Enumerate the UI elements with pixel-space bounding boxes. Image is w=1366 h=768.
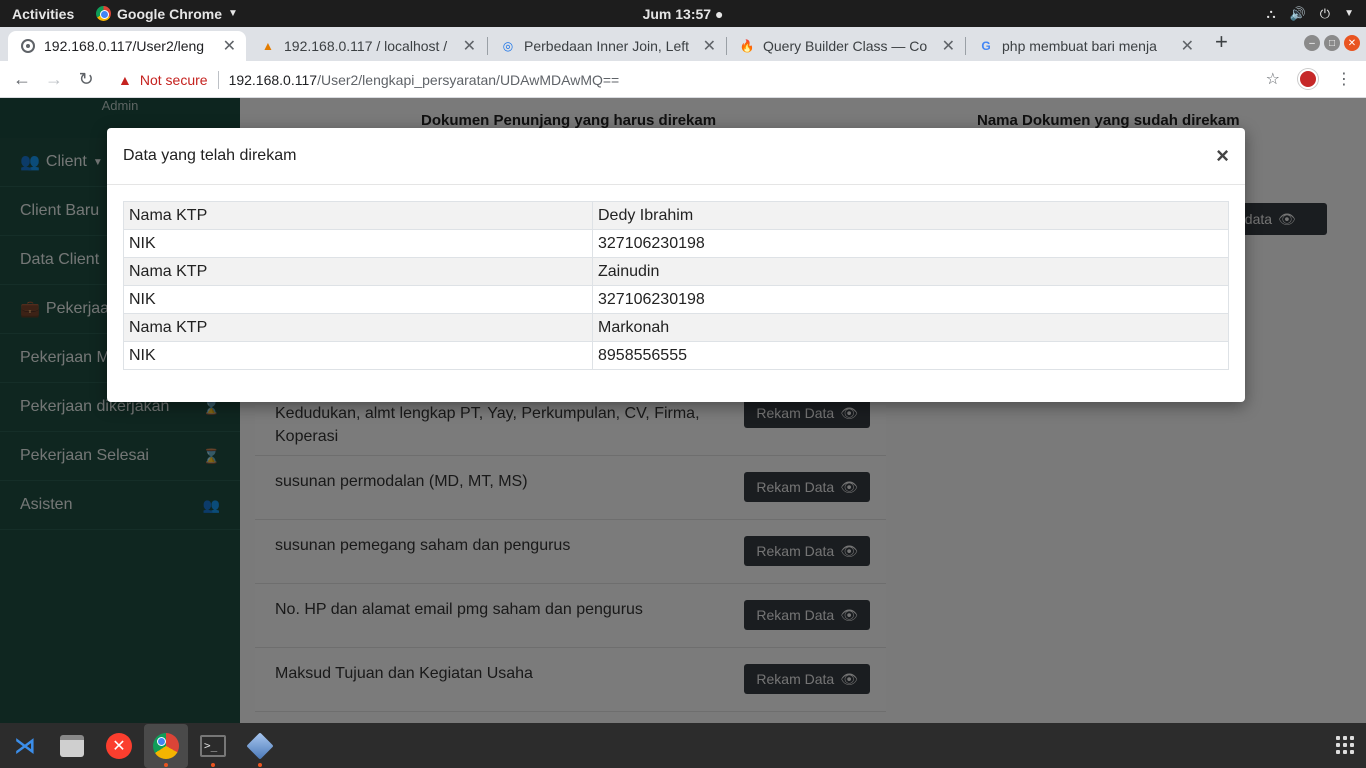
tab-title: php membuat bari menja — [1002, 38, 1157, 54]
tab-2[interactable]: ▲ 192.168.0.117 / localhost / ✕ — [248, 31, 486, 61]
vscode-icon: ⋊ — [14, 732, 36, 758]
window-controls: – □ ✕ — [1304, 35, 1360, 51]
back-icon[interactable]: ← — [6, 69, 38, 90]
recorded-data-modal: Data yang telah direkam × Nama KTP Dedy … — [107, 128, 1245, 402]
tab-strip: 192.168.0.117/User2/leng ✕ ▲ 192.168.0.1… — [0, 27, 1366, 61]
cube-icon — [246, 731, 274, 760]
tab-1[interactable]: 192.168.0.117/User2/leng ✕ — [8, 31, 246, 61]
row-value: Markonah — [592, 313, 1229, 342]
close-icon[interactable]: × — [1216, 143, 1229, 169]
site-icon: ◎ — [502, 39, 514, 53]
tab-title: 192.168.0.117 / localhost / — [284, 38, 448, 54]
address-bar[interactable]: ▲ Not secure 192.168.0.117/User2/lengkap… — [108, 65, 1286, 94]
table-row: NIK 8958556555 — [123, 341, 1229, 370]
xampp-icon: ✕ — [106, 732, 132, 759]
tab-title: Perbedaan Inner Join, Left — [524, 38, 690, 54]
warning-icon[interactable]: ▲ — [118, 72, 132, 88]
chevron-down-icon: ▼ — [228, 8, 238, 19]
modal-header: Data yang telah direkam × — [107, 128, 1245, 185]
minimize-icon[interactable]: – — [1304, 35, 1320, 51]
close-tab-icon[interactable]: ✕ — [1181, 36, 1194, 56]
file-cabinet-icon — [60, 734, 84, 757]
table-row: Nama KTP Markonah — [123, 313, 1229, 342]
row-value: 327106230198 — [592, 285, 1229, 314]
dock-terminal[interactable]: >_ — [191, 724, 235, 768]
power-icon: ⏻ — [1319, 5, 1331, 21]
google-icon: G — [981, 39, 991, 53]
dock-xampp[interactable]: ✕ — [97, 724, 141, 768]
maximize-icon[interactable]: □ — [1324, 35, 1340, 51]
row-value: Dedy Ibrahim — [592, 201, 1229, 230]
tab-4[interactable]: 🔥 Query Builder Class — Co ✕ — [727, 31, 965, 61]
terminal-icon: >_ — [200, 734, 226, 757]
close-tab-icon[interactable]: ✕ — [463, 36, 476, 56]
table-row: NIK 327106230198 — [123, 285, 1229, 314]
star-icon[interactable]: ☆ — [1266, 69, 1280, 89]
dock-chrome[interactable] — [144, 723, 188, 768]
tab-title: Query Builder Class — Co — [763, 38, 928, 54]
row-key: Nama KTP — [123, 201, 593, 230]
row-key: NIK — [123, 341, 593, 370]
dock-virtualbox[interactable] — [238, 724, 282, 768]
divider — [217, 70, 219, 89]
security-label[interactable]: Not secure — [140, 72, 208, 88]
recorded-data-table: Nama KTP Dedy Ibrahim NIK 327106230198 N… — [123, 201, 1229, 370]
table-row: Nama KTP Zainudin — [123, 257, 1229, 286]
running-indicator — [164, 762, 168, 767]
row-key: Nama KTP — [123, 313, 593, 342]
phpmyadmin-icon: ▲ — [262, 39, 274, 53]
url-path: /User2/lengkapi_persyaratan/UDAwMDAwMQ== — [317, 71, 620, 88]
modal-title: Data yang telah direkam — [123, 147, 297, 164]
row-key: Nama KTP — [123, 257, 593, 286]
row-key: NIK — [123, 285, 593, 314]
row-value: 8958556555 — [592, 341, 1229, 370]
gnome-top-bar: Activities Google Chrome ▼ Jum 13:57 ● ⛬… — [0, 0, 1366, 27]
app-menu[interactable]: Google Chrome ▼ — [96, 6, 238, 22]
codeigniter-icon: 🔥 — [739, 39, 755, 53]
show-applications-icon[interactable] — [1336, 736, 1354, 754]
network-icon: ⛬ — [1266, 5, 1276, 21]
dock: ⋊ ✕ >_ — [0, 723, 1366, 768]
browser-toolbar: ← → ↻ ▲ Not secure 192.168.0.117/User2/l… — [0, 61, 1366, 98]
tab-3[interactable]: ◎ Perbedaan Inner Join, Left ✕ — [488, 31, 726, 61]
row-value: Zainudin — [592, 257, 1229, 286]
tab-title: 192.168.0.117/User2/leng — [44, 38, 205, 54]
running-indicator — [211, 762, 215, 767]
volume-icon: 🔊 — [1289, 5, 1306, 21]
system-tray[interactable]: ⛬ 🔊 ⏻ ▼ — [1267, 0, 1355, 27]
table-row: Nama KTP Dedy Ibrahim — [123, 201, 1229, 230]
new-tab-button[interactable]: + — [1215, 29, 1228, 55]
avatar[interactable] — [1298, 69, 1318, 89]
row-value: 327106230198 — [592, 229, 1229, 258]
table-row: NIK 327106230198 — [123, 229, 1229, 258]
chrome-icon — [96, 6, 111, 21]
row-key: NIK — [123, 229, 593, 258]
toolbar-right: ☆ ⋮ — [1266, 69, 1352, 89]
forward-icon[interactable]: → — [38, 69, 70, 90]
url-host: 192.168.0.117 — [228, 71, 318, 88]
app-name: Google Chrome — [117, 5, 223, 22]
close-tab-icon[interactable]: ✕ — [223, 36, 236, 56]
close-tab-icon[interactable]: ✕ — [942, 36, 955, 56]
menu-icon[interactable]: ⋮ — [1336, 69, 1352, 89]
close-window-icon[interactable]: ✕ — [1344, 35, 1360, 51]
reload-icon[interactable]: ↻ — [70, 69, 102, 90]
activities-button[interactable]: Activities — [0, 6, 96, 22]
tab-5[interactable]: G php membuat bari menja ✕ — [966, 31, 1204, 61]
close-tab-icon[interactable]: ✕ — [703, 36, 716, 56]
chevron-down-icon: ▼ — [1344, 8, 1354, 19]
clock-text: Jum 13:57 — [642, 5, 712, 22]
chrome-icon — [153, 732, 179, 759]
dock-files[interactable] — [50, 724, 94, 768]
page-icon — [20, 38, 36, 54]
modal-body: Nama KTP Dedy Ibrahim NIK 327106230198 N… — [107, 185, 1245, 386]
dock-vscode[interactable]: ⋊ — [3, 724, 47, 768]
running-indicator — [258, 762, 262, 767]
